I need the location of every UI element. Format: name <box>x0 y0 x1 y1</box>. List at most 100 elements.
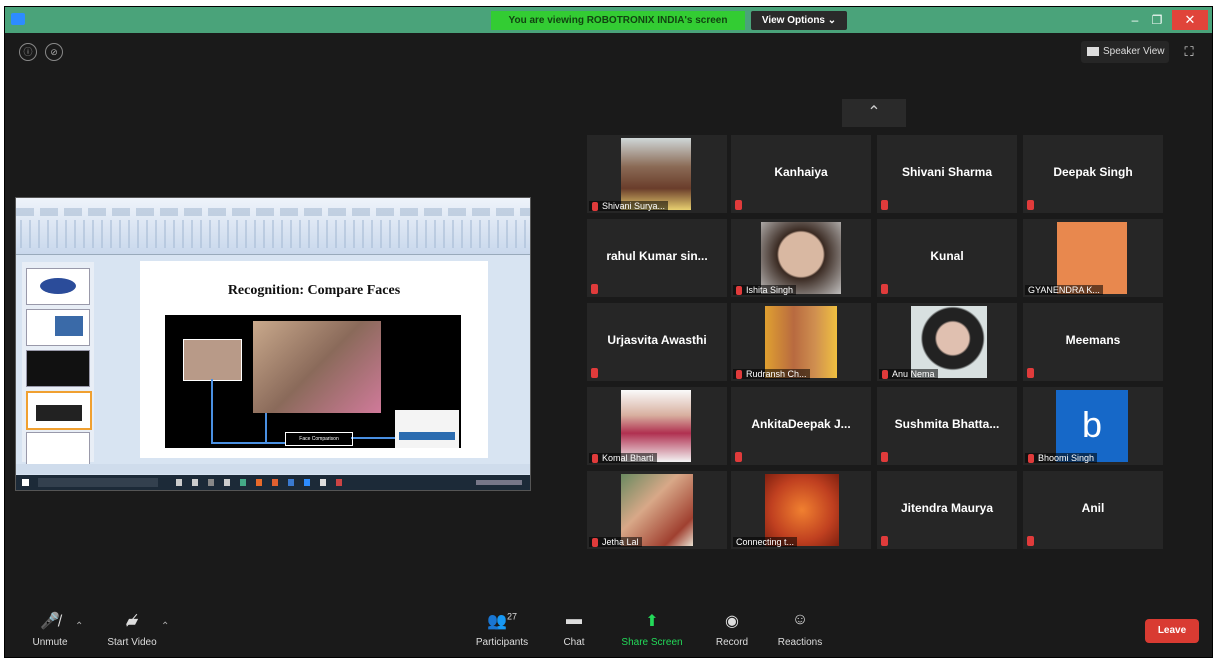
slide-thumbnail-selected[interactable] <box>26 391 92 430</box>
robotronix-logo <box>395 410 459 448</box>
participant-photo <box>911 306 987 378</box>
participant-tile[interactable]: Anu Nema <box>877 303 1017 381</box>
muted-mic-icon <box>592 538 598 547</box>
unmute-label: Unmute <box>32 637 68 648</box>
slide-title: Recognition: Compare Faces <box>227 283 401 298</box>
muted-mic-icon <box>1027 368 1034 378</box>
face-comparison-box: Face Comparison <box>285 432 353 446</box>
share-screen-label: Share Screen <box>621 637 683 648</box>
participant-tile[interactable]: GYANENDRA K... <box>1023 219 1163 297</box>
participant-name-label: Shivani Surya... <box>589 200 669 211</box>
participant-tile[interactable]: Shivani Surya... <box>587 135 727 213</box>
muted-mic-icon <box>591 368 598 378</box>
group-photo <box>253 321 381 413</box>
participant-name: Shivani Sharma <box>901 165 993 179</box>
participants-button[interactable]: 👥27 Participants <box>467 611 537 648</box>
participants-icon: 👥27 <box>487 611 517 630</box>
close-icon[interactable]: ✕ <box>1172 10 1208 30</box>
participant-photo <box>621 138 691 210</box>
participant-name: Jitendra Maurya <box>900 501 994 515</box>
face-photo-small <box>183 339 242 381</box>
participant-name-label: Bhoomi Singh <box>1025 452 1098 463</box>
participant-tile[interactable]: Rudransh Ch... <box>731 303 871 381</box>
participant-name-label: Connecting t... <box>733 537 798 547</box>
participant-tile[interactable]: Jitendra Maurya <box>877 471 1017 549</box>
reactions-smiley-icon: ☺ <box>791 611 809 628</box>
participant-photo <box>621 390 691 462</box>
muted-mic-icon <box>736 370 742 379</box>
start-video-button[interactable]: ▰̸ Start Video <box>97 611 167 648</box>
video-options-chevron-icon[interactable]: ⌃ <box>161 621 169 632</box>
participant-tile[interactable]: rahul Kumar sin... <box>587 219 727 297</box>
shared-screen[interactable]: Recognition: Compare Faces Face Comparis… <box>15 197 531 491</box>
gallery-page-up-button[interactable]: ⌃ <box>842 99 906 127</box>
participant-name: Urjasvita Awasthi <box>607 333 707 347</box>
leave-button[interactable]: Leave <box>1145 619 1199 643</box>
participants-label: Participants <box>475 637 529 648</box>
participant-tile[interactable]: Sushmita Bhatta... <box>877 387 1017 465</box>
participant-tile[interactable]: Shivani Sharma <box>877 135 1017 213</box>
record-button[interactable]: ◉ Record <box>697 611 767 648</box>
slide-thumbnail[interactable] <box>26 309 90 346</box>
participant-tile[interactable]: Urjasvita Awasthi <box>587 303 727 381</box>
record-label: Record <box>715 637 749 648</box>
participant-name-label: Jetha Lal <box>589 536 642 547</box>
chat-button[interactable]: ▬ Chat <box>539 611 609 648</box>
participant-photo <box>765 306 837 378</box>
participants-count: 27 <box>506 611 517 622</box>
reactions-button[interactable]: ☺ Reactions <box>765 611 835 648</box>
participant-tile[interactable]: Anil <box>1023 471 1163 549</box>
status-bar <box>16 464 530 474</box>
participant-tile[interactable]: AnkitaDeepak J... <box>731 387 871 465</box>
muted-mic-icon <box>881 536 888 546</box>
windows-taskbar <box>16 475 530 490</box>
participant-name: Sushmita Bhatta... <box>894 417 1000 431</box>
participant-photo <box>621 474 693 546</box>
windows-start-icon <box>22 479 29 486</box>
slides-pane <box>22 262 94 469</box>
share-screen-button[interactable]: ⬆ Share Screen <box>617 611 687 648</box>
participant-tile[interactable]: Deepak Singh <box>1023 135 1163 213</box>
info-icon[interactable]: ⓘ <box>19 43 37 61</box>
participant-tile[interactable]: Connecting t... <box>731 471 871 549</box>
share-screen-icon: ⬆ <box>645 613 659 630</box>
participant-tile[interactable]: b Bhoomi Singh <box>1023 387 1163 465</box>
participant-photo <box>761 222 841 294</box>
muted-mic-icon <box>1027 200 1034 210</box>
slide-thumbnail[interactable] <box>26 350 90 387</box>
security-shield-icon[interactable]: ⊘ <box>45 43 63 61</box>
audio-options-chevron-icon[interactable]: ⌃ <box>75 621 83 632</box>
participant-name: rahul Kumar sin... <box>606 249 708 263</box>
participant-name: Meemans <box>1065 333 1121 347</box>
maximize-icon[interactable]: ❐ <box>1147 12 1167 28</box>
record-icon: ◉ <box>725 613 739 630</box>
start-video-label: Start Video <box>107 637 157 648</box>
muted-mic-icon <box>592 454 598 463</box>
participant-name: AnkitaDeepak J... <box>751 417 851 431</box>
participant-tile[interactable]: Komal Bharti <box>587 387 727 465</box>
zoom-window: You are viewing ROBOTRONIX INDIA's scree… <box>4 6 1213 658</box>
muted-mic-icon <box>591 284 598 294</box>
participant-tile[interactable]: Ishita Singh <box>731 219 871 297</box>
participant-tile[interactable]: Jetha Lal <box>587 471 727 549</box>
powerpoint-ribbon <box>16 198 530 255</box>
view-options-button[interactable]: View Options ⌄ <box>751 11 847 30</box>
speaker-view-label: Speaker View <box>1103 46 1165 57</box>
minimize-icon[interactable]: – <box>1125 12 1145 28</box>
participant-name: Deepak Singh <box>1053 165 1133 179</box>
muted-mic-icon <box>881 200 888 210</box>
participant-photo <box>765 474 839 546</box>
video-off-icon: ▰̸ <box>125 613 139 630</box>
participant-tile[interactable]: Kanhaiya <box>731 135 871 213</box>
participant-tile[interactable]: Meemans <box>1023 303 1163 381</box>
speaker-view-button[interactable]: Speaker View <box>1081 41 1169 63</box>
fullscreen-icon[interactable]: ⛶ <box>1181 44 1197 60</box>
title-bar: You are viewing ROBOTRONIX INDIA's scree… <box>5 7 1212 33</box>
muted-mic-icon <box>1027 536 1034 546</box>
grid-icon <box>1087 46 1099 56</box>
participant-name-label: Ishita Singh <box>733 284 797 295</box>
chat-bubble-icon: ▬ <box>566 611 582 628</box>
participant-tile[interactable]: Kunal <box>877 219 1017 297</box>
slide-thumbnail[interactable] <box>26 268 90 305</box>
muted-mic-icon <box>881 284 888 294</box>
